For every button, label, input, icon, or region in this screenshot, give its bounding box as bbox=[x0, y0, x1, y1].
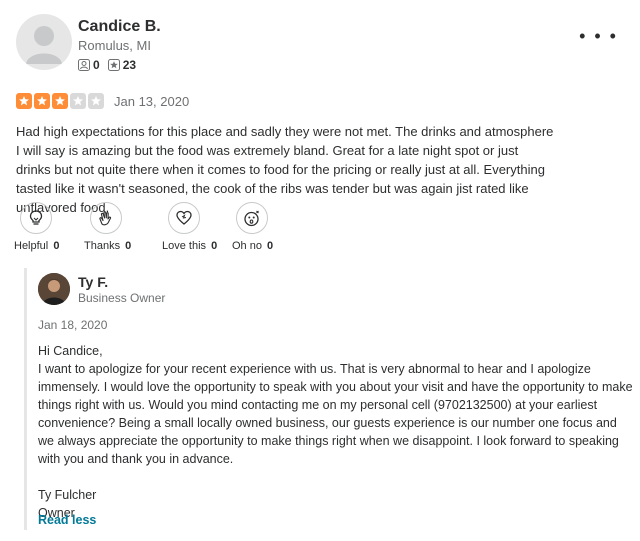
reaction-love-this-label: Love this 0 bbox=[162, 240, 218, 252]
love-this-button[interactable] bbox=[168, 202, 200, 234]
reviewer-avatar[interactable] bbox=[16, 14, 72, 70]
reaction-oh-no-label: Oh no 0 bbox=[232, 240, 274, 252]
owner-reply-date: Jan 18, 2020 bbox=[38, 318, 108, 332]
reaction-thanks[interactable]: Thanks 0 bbox=[84, 202, 162, 252]
thanks-button[interactable] bbox=[90, 202, 122, 234]
owner-role: Business Owner bbox=[78, 291, 166, 305]
owner-reply-text: Hi Candice, I want to apologize for your… bbox=[38, 344, 633, 520]
reaction-helpful[interactable]: Helpful 0 bbox=[14, 202, 84, 252]
reaction-love-this[interactable]: Love this 0 bbox=[162, 202, 232, 252]
clapping-hands-icon bbox=[99, 211, 112, 226]
reaction-helpful-label: Helpful 0 bbox=[14, 240, 60, 252]
friends-icon bbox=[78, 59, 90, 71]
reaction-thanks-label: Thanks 0 bbox=[84, 240, 132, 252]
owner-name[interactable]: Ty F. bbox=[78, 274, 108, 290]
reviews-stat: 23 bbox=[107, 58, 137, 72]
helpful-button[interactable] bbox=[20, 202, 52, 234]
reviewer-stats: 0 23 bbox=[78, 58, 144, 72]
reviewer-location: Romulus, MI bbox=[78, 38, 151, 53]
star-rating: Jan 13, 2020 bbox=[16, 93, 189, 109]
reaction-oh-no[interactable]: Oh no 0 bbox=[232, 202, 302, 252]
star-icon bbox=[16, 93, 32, 109]
friends-stat: 0 bbox=[78, 58, 100, 72]
lightbulb-icon bbox=[29, 210, 43, 225]
more-options-button[interactable]: • • • bbox=[579, 26, 618, 47]
stars-container bbox=[16, 93, 106, 109]
star-icon bbox=[70, 93, 86, 109]
heart-icon bbox=[176, 210, 192, 225]
star-icon bbox=[34, 93, 50, 109]
star-icon bbox=[52, 93, 68, 109]
shocked-face-icon bbox=[244, 210, 259, 227]
read-less-link[interactable]: Read less bbox=[38, 513, 96, 527]
review-star-icon bbox=[107, 59, 120, 71]
review-card: Candice B. Romulus, MI 0 23 • • • Jan 13… bbox=[0, 0, 640, 541]
reviewer-name[interactable]: Candice B. bbox=[78, 18, 161, 36]
owner-photo-icon bbox=[38, 273, 70, 305]
default-avatar-icon bbox=[26, 26, 62, 64]
reviews-count: 23 bbox=[122, 58, 137, 72]
star-icon bbox=[88, 93, 104, 109]
friends-count: 0 bbox=[93, 58, 100, 72]
owner-avatar[interactable] bbox=[38, 273, 70, 305]
oh-no-button[interactable] bbox=[236, 202, 268, 234]
review-date: Jan 13, 2020 bbox=[114, 93, 190, 109]
reaction-bar: Helpful 0 Thanks 0 Love this 0 Oh no 0 bbox=[14, 202, 302, 252]
